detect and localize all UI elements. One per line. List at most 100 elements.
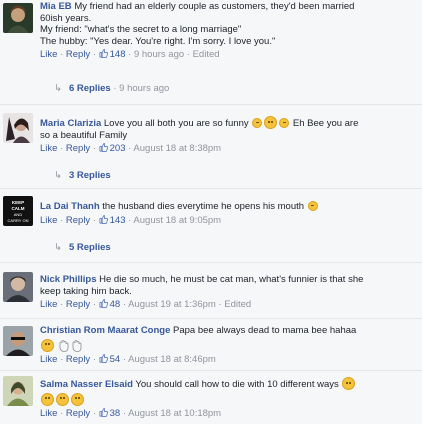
comment-text: My friend: "what's the secret to a long …: [40, 24, 242, 35]
comment-text: 60ish years.: [40, 12, 92, 24]
smile-emoji-icon: [307, 201, 318, 211]
divider: [0, 104, 422, 105]
replies-count[interactable]: 5 Replies: [69, 242, 111, 253]
separator-dot: ·: [57, 299, 66, 310]
comment-text: You should call how to die with 10 diffe…: [135, 379, 339, 390]
avatar[interactable]: [3, 376, 33, 406]
comment-text: keep taking him back.: [40, 285, 132, 297]
hand-gesture-icon: [72, 339, 82, 352]
divider: [0, 262, 422, 263]
laugh-emoji-icon: [41, 338, 54, 352]
replies-count[interactable]: 3 Replies: [69, 170, 111, 181]
timestamp[interactable]: August 19 at 1:36pm: [128, 299, 216, 310]
separator-dot: ·: [57, 143, 66, 154]
divider: [0, 318, 422, 319]
author-name[interactable]: Christian Rom Maarat Conge: [40, 325, 170, 336]
like-button[interactable]: Like: [40, 49, 57, 60]
separator-dot: ·: [57, 214, 66, 226]
laugh-emoji-icon: [279, 118, 290, 128]
separator-dot: ·: [120, 408, 129, 419]
like-count[interactable]: 203: [110, 143, 126, 154]
like-button[interactable]: Like: [40, 143, 57, 154]
timestamp[interactable]: August 18 at 9:05pm: [133, 215, 221, 226]
like-button[interactable]: Like: [40, 408, 57, 419]
thumbs-up-icon: [99, 143, 108, 152]
author-name[interactable]: Nick Phillips: [40, 274, 97, 285]
like-count[interactable]: 143: [110, 215, 126, 226]
comment-text: Love you all both you are so funny: [103, 118, 249, 129]
view-replies-link[interactable]: ↳ 5 Replies: [54, 242, 111, 253]
comment-actions: Like · Reply · 54 · August 18 at 8:46pm: [40, 354, 412, 366]
comment-text: Papa bee always dead to mama bee hahaa: [173, 325, 357, 336]
comment-text: the husband dies everytime he opens his …: [102, 201, 305, 212]
author-name[interactable]: Salma Nasser Elsaid: [40, 379, 133, 390]
like-count[interactable]: 54: [110, 354, 121, 365]
thumbs-up-icon: [99, 354, 108, 363]
separator-dot: ·: [90, 354, 99, 365]
separator-dot: ·: [90, 49, 99, 60]
avatar[interactable]: KEEP CALM AND CARRY ON: [3, 196, 33, 226]
hand-gesture-icon: [59, 339, 69, 352]
view-replies-link[interactable]: ↳ 6 Replies · 9 hours ago: [54, 83, 169, 94]
separator-dot: ·: [110, 83, 120, 94]
like-count[interactable]: 148: [110, 49, 126, 60]
thumbs-up-icon: [99, 299, 108, 308]
separator-dot: ·: [90, 408, 99, 419]
separator-dot: ·: [120, 354, 129, 365]
laugh-emoji-icon: [56, 392, 69, 406]
comment-text: My friend had an elderly couple as custo…: [74, 1, 355, 12]
comment-actions: Like · Reply · 48 · August 19 at 1:36pm …: [40, 299, 412, 311]
author-name[interactable]: Maria Clarizia: [40, 118, 101, 129]
like-button[interactable]: Like: [40, 299, 57, 310]
laugh-emoji-icon: [71, 392, 84, 406]
like-count[interactable]: 38: [110, 408, 121, 419]
reply-button[interactable]: Reply: [66, 299, 90, 310]
comment-text: The hubby: "Yes dear. You're right. I'm …: [40, 35, 276, 47]
smile-emoji-icon: [252, 118, 263, 128]
divider: [0, 370, 422, 371]
reply-button[interactable]: Reply: [66, 354, 90, 365]
thumbs-up-icon: [99, 408, 108, 417]
timestamp[interactable]: August 18 at 8:46pm: [128, 354, 216, 365]
edited-label[interactable]: Edited: [224, 299, 251, 310]
separator-dot: ·: [90, 143, 99, 154]
svg-text:KEEP: KEEP: [12, 200, 24, 205]
view-replies-link[interactable]: ↳ 3 Replies: [54, 170, 111, 181]
avatar[interactable]: [3, 272, 33, 302]
separator-dot: ·: [57, 354, 66, 365]
reply-arrow-icon: ↳: [54, 170, 62, 181]
reply-button[interactable]: Reply: [66, 143, 90, 154]
grin-emoji-icon: [264, 116, 278, 129]
comment-text: Eh Bee you are: [292, 118, 359, 129]
separator-dot: ·: [125, 49, 134, 60]
avatar[interactable]: [3, 326, 33, 356]
like-button[interactable]: Like: [40, 215, 57, 226]
reply-button[interactable]: Reply: [66, 408, 90, 419]
thumbs-up-icon: [99, 49, 108, 58]
separator-dot: ·: [184, 49, 193, 60]
divider: [0, 188, 422, 189]
comment-text: He die so much, he must be cat man, what…: [99, 274, 364, 285]
reply-button[interactable]: Reply: [66, 215, 90, 226]
author-name[interactable]: La Dai Thanh: [40, 201, 100, 212]
reply-button[interactable]: Reply: [66, 49, 90, 60]
separator-dot: ·: [90, 299, 99, 310]
comment-actions: Like · Reply · 148 · 9 hours ago · Edite…: [40, 49, 412, 61]
avatar[interactable]: [3, 3, 33, 33]
timestamp[interactable]: August 18 at 10:18pm: [128, 408, 221, 419]
comment-text: so a beautiful Family: [40, 129, 128, 141]
separator-dot: ·: [120, 299, 129, 310]
like-button[interactable]: Like: [40, 354, 57, 365]
timestamp[interactable]: August 18 at 8:38pm: [133, 143, 221, 154]
timestamp[interactable]: 9 hours ago: [134, 49, 184, 60]
reply-arrow-icon: ↳: [54, 242, 62, 253]
edited-label[interactable]: Edited: [193, 49, 220, 60]
comment-actions: Like · Reply · 38 · August 18 at 10:18pm: [40, 408, 412, 420]
author-name[interactable]: Mia EB: [40, 1, 72, 12]
like-count[interactable]: 48: [110, 299, 121, 310]
avatar[interactable]: [3, 113, 33, 143]
laugh-emoji-icon: [342, 377, 356, 390]
svg-text:CALM: CALM: [12, 206, 25, 211]
replies-count[interactable]: 6 Replies: [69, 83, 111, 94]
svg-text:AND: AND: [14, 212, 23, 217]
